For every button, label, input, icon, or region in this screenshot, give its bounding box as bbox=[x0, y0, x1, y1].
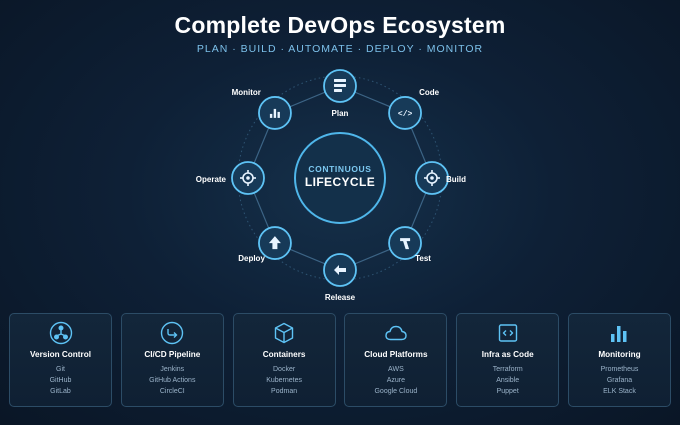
card-title: CI/CD Pipeline bbox=[144, 350, 201, 359]
card-item: AWS bbox=[388, 366, 404, 373]
card-item: Google Cloud bbox=[374, 388, 418, 395]
card-item: Ansible bbox=[496, 377, 520, 384]
card-item: Grafana bbox=[606, 377, 633, 384]
card-item: Prometheus bbox=[600, 366, 639, 373]
stage-label: Release bbox=[325, 293, 356, 302]
stage-label: Code bbox=[419, 88, 440, 97]
card-item: GitHub Actions bbox=[149, 377, 196, 384]
card-item: GitHub bbox=[49, 377, 72, 384]
center-top-text: CONTINUOUS bbox=[308, 164, 371, 174]
stage-label: Build bbox=[446, 175, 466, 184]
card-title: Cloud Platforms bbox=[364, 350, 428, 359]
stage-plan: Plan bbox=[323, 69, 357, 118]
stage-label: Plan bbox=[332, 109, 349, 118]
card-item: Git bbox=[56, 366, 65, 373]
stage-label: Operate bbox=[196, 175, 227, 184]
stage-label: Deploy bbox=[238, 254, 265, 263]
card-title: Version Control bbox=[30, 350, 91, 359]
card-item: Podman bbox=[271, 388, 298, 395]
card-item: Azure bbox=[386, 377, 406, 384]
card-containers: Containers Docker Kubernetes Podman bbox=[232, 313, 336, 407]
card-cicd-pipeline: CI/CD Pipeline Jenkins GitHub Actions Ci… bbox=[120, 313, 224, 407]
stage-release: Release bbox=[323, 253, 357, 302]
stage-label: Test bbox=[415, 254, 431, 263]
pipeline-icon bbox=[160, 321, 184, 345]
card-item: Kubernetes bbox=[266, 377, 302, 384]
card-item: Terraform bbox=[492, 366, 523, 373]
card-title: Monitoring bbox=[598, 350, 641, 359]
card-title: Infra as Code bbox=[481, 350, 534, 359]
tool-categories: Version Control Git GitHub GitLab CI/CD … bbox=[9, 313, 671, 409]
bar-chart-icon bbox=[607, 321, 631, 345]
card-title: Containers bbox=[262, 350, 306, 359]
card-version-control: Version Control Git GitHub GitLab bbox=[9, 313, 112, 407]
card-item: Puppet bbox=[496, 388, 519, 395]
stage-build: Build bbox=[415, 161, 466, 195]
card-item: Jenkins bbox=[160, 366, 185, 373]
cloud-icon bbox=[384, 321, 408, 345]
svg-text:</>: </> bbox=[398, 110, 413, 119]
card-monitoring: Monitoring Prometheus Grafana ELK Stack bbox=[567, 313, 671, 407]
stage-label: Monitor bbox=[232, 88, 261, 97]
lifecycle-diagram: CONTINUOUS LIFECYCLE Plan </> Code Build Tes… bbox=[196, 69, 466, 302]
stage-deploy: Deploy bbox=[238, 226, 292, 263]
git-branch-icon bbox=[49, 321, 73, 345]
card-cloud-platforms: Cloud Platforms AWS Azure Google Cloud bbox=[344, 313, 448, 407]
card-item: Docker bbox=[273, 366, 296, 373]
stage-monitor: Monitor bbox=[232, 88, 292, 130]
container-cube-icon bbox=[272, 321, 296, 345]
card-item: ELK Stack bbox=[603, 388, 636, 395]
stage-operate: Operate bbox=[196, 161, 265, 195]
stage-code: </> Code bbox=[388, 88, 440, 130]
code-window-icon bbox=[496, 321, 520, 345]
card-item: CircleCI bbox=[159, 388, 185, 395]
card-infra-as-code: Infra as Code Terraform Ansible Puppet bbox=[456, 313, 560, 407]
code-icon: </> bbox=[398, 110, 413, 119]
stage-test: Test bbox=[388, 226, 431, 263]
center-bottom-text: LIFECYCLE bbox=[305, 175, 375, 189]
card-item: GitLab bbox=[50, 388, 71, 395]
